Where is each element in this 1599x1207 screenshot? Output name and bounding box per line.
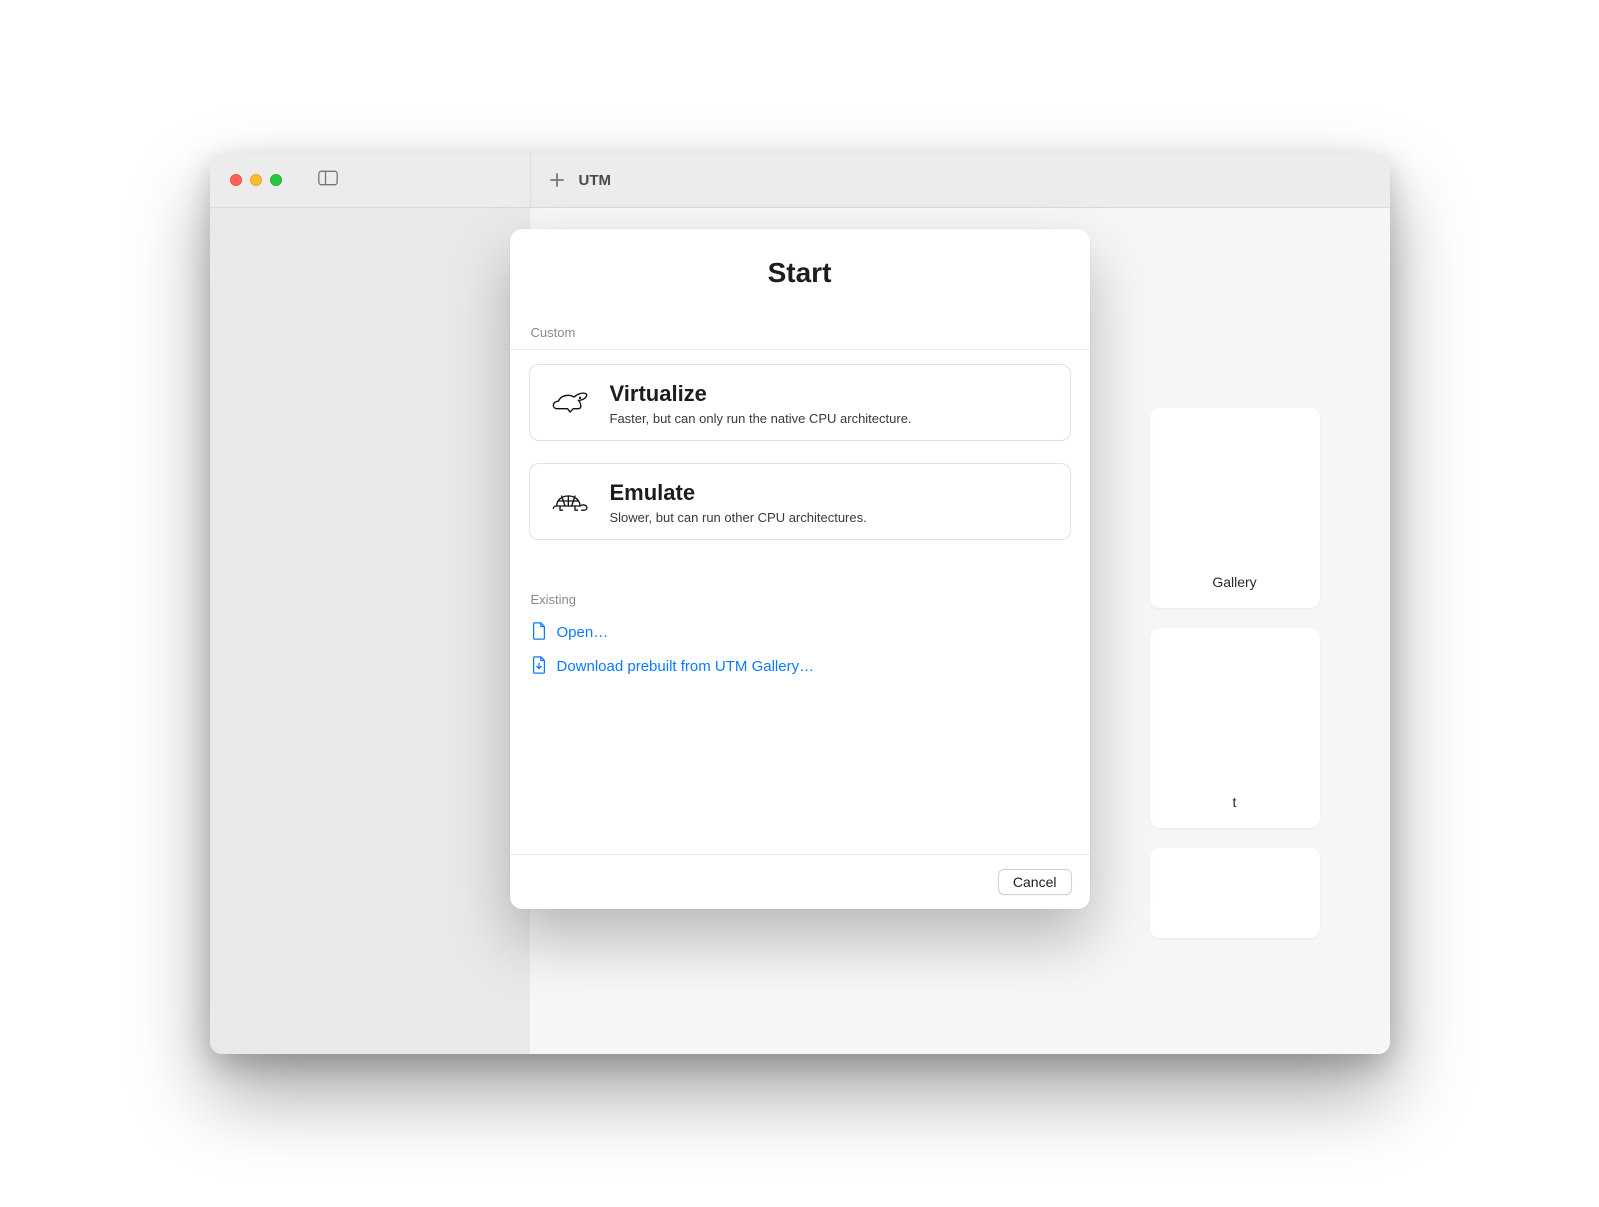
option-emulate[interactable]: Emulate Slower, but can run other CPU ar… xyxy=(529,463,1071,540)
close-window-button[interactable] xyxy=(230,174,242,186)
sheet-title: Start xyxy=(510,229,1090,307)
start-sheet: Start Custom Virtualize Faster, but can … xyxy=(510,229,1090,909)
sheet-body: Custom Virtualize Faster, but can only r… xyxy=(510,307,1090,854)
option-emulate-desc: Slower, but can run other CPU architectu… xyxy=(610,510,867,525)
option-virtualize[interactable]: Virtualize Faster, but can only run the … xyxy=(529,364,1071,441)
minimize-window-button[interactable] xyxy=(250,174,262,186)
app-window: UTM Gallery t Start Custom xyxy=(210,154,1390,1054)
welcome-tile-label: t xyxy=(1233,794,1237,810)
document-icon xyxy=(531,622,547,644)
open-link[interactable]: Open… xyxy=(529,616,1071,650)
option-virtualize-desc: Faster, but can only run the native CPU … xyxy=(610,411,912,426)
sheet-footer: Cancel xyxy=(510,854,1090,909)
option-emulate-title: Emulate xyxy=(610,480,867,506)
app-title: UTM xyxy=(579,172,612,189)
option-text: Emulate Slower, but can run other CPU ar… xyxy=(610,480,867,525)
welcome-tile-support[interactable]: t xyxy=(1150,628,1320,828)
section-existing-label: Existing xyxy=(529,562,1071,616)
cancel-button[interactable]: Cancel xyxy=(998,869,1072,895)
toolbar: UTM xyxy=(530,154,1390,207)
option-text: Virtualize Faster, but can only run the … xyxy=(610,381,912,426)
sidebar xyxy=(210,208,530,1054)
section-custom-label: Custom xyxy=(529,307,1071,349)
traffic-lights xyxy=(230,174,282,186)
download-document-icon xyxy=(531,656,547,678)
sidebar-toggle-icon[interactable] xyxy=(318,170,338,191)
download-gallery-link[interactable]: Download prebuilt from UTM Gallery… xyxy=(529,650,1071,684)
download-gallery-link-label: Download prebuilt from UTM Gallery… xyxy=(557,658,815,675)
welcome-tile-gallery[interactable]: Gallery xyxy=(1150,408,1320,608)
add-button[interactable] xyxy=(549,172,565,188)
open-link-label: Open… xyxy=(557,624,609,641)
option-virtualize-title: Virtualize xyxy=(610,381,912,407)
welcome-tile-label: Gallery xyxy=(1212,574,1256,590)
titlebar-left xyxy=(210,154,530,207)
zoom-window-button[interactable] xyxy=(270,174,282,186)
titlebar: UTM xyxy=(210,154,1390,208)
hare-icon xyxy=(548,381,592,417)
divider xyxy=(510,349,1090,350)
welcome-tile-extra[interactable] xyxy=(1150,848,1320,938)
tortoise-icon xyxy=(548,480,592,516)
